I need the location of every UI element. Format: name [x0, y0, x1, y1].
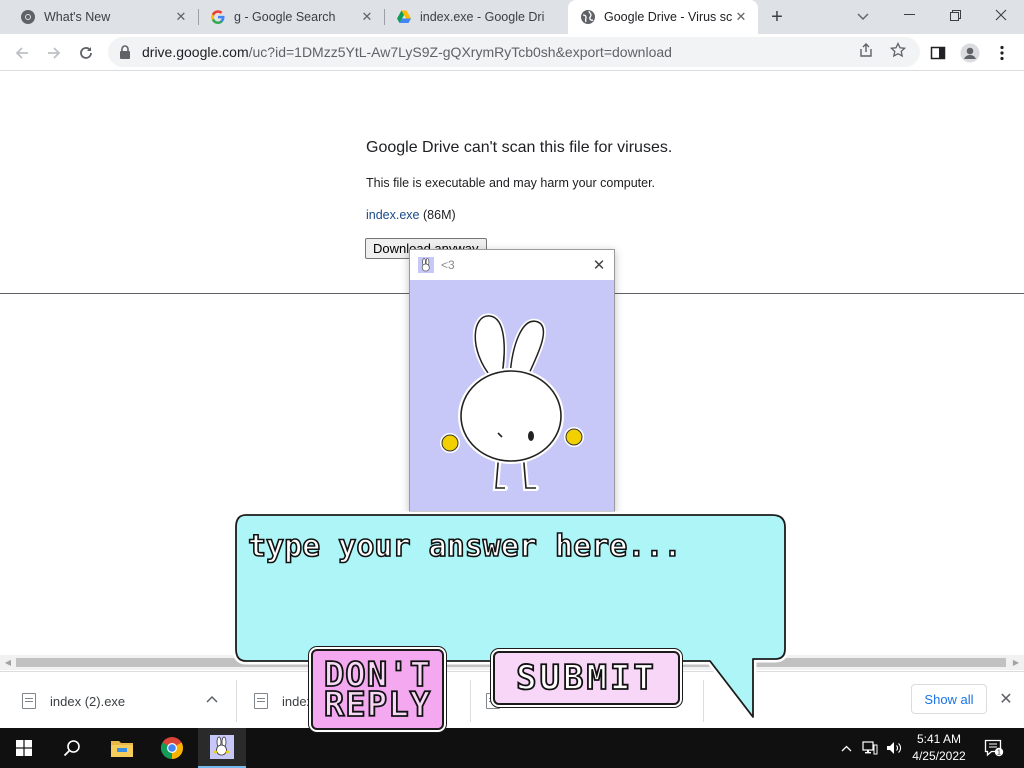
bunny-popup-window[interactable]: <3 ✕: [409, 249, 615, 512]
tab-index-exe[interactable]: index.exe - Google Dri: [384, 0, 568, 34]
popup-canvas: [410, 280, 614, 511]
tab-whats-new[interactable]: What's New ✕: [8, 0, 198, 34]
network-icon[interactable]: [860, 728, 880, 768]
globe-icon: [580, 9, 596, 25]
close-window-button[interactable]: [978, 0, 1024, 30]
close-tab-icon[interactable]: ✕: [172, 8, 190, 26]
system-clock[interactable]: 5:41 AM 4/25/2022: [905, 731, 973, 765]
answer-input[interactable]: [248, 524, 768, 568]
warning-text: This file is executable and may harm you…: [366, 176, 656, 190]
lock-icon[interactable]: [118, 44, 132, 60]
browser-toolbar: drive.google.com/uc?id=1DMzz5YtL-Aw7LyS9…: [0, 34, 1024, 71]
clock-time: 5:41 AM: [916, 732, 962, 746]
side-panel-icon[interactable]: [924, 39, 952, 67]
notification-count: 1: [997, 750, 1001, 757]
new-tab-button[interactable]: +: [764, 5, 790, 29]
menu-kebab-icon[interactable]: [988, 39, 1016, 67]
google-drive-icon: [396, 9, 412, 25]
search-icon[interactable]: [48, 728, 96, 768]
windows-start-icon[interactable]: [0, 728, 48, 768]
popup-titlebar[interactable]: <3 ✕: [410, 250, 614, 280]
windows-taskbar: 5:41 AM 4/25/2022 1: [0, 728, 1024, 768]
clock-date: 4/25/2022: [912, 749, 966, 763]
url-path: /uc?id=1DMzz5YtL-Aw7LyS9Z-gQXrymRyTcb0sh…: [248, 44, 672, 60]
file-name-link[interactable]: index.exe: [366, 208, 420, 222]
forward-button[interactable]: [40, 39, 68, 67]
scroll-left-arrow-icon[interactable]: ◀: [2, 657, 14, 668]
tab-title: Google Drive - Virus sc: [604, 10, 732, 24]
url-host: drive.google.com: [142, 44, 249, 60]
reload-button[interactable]: [72, 39, 100, 67]
dont-reply-line2: REPLY: [323, 684, 432, 725]
file-explorer-icon[interactable]: [98, 728, 146, 768]
back-button[interactable]: [8, 39, 36, 67]
restore-button[interactable]: [932, 0, 978, 30]
tab-title: What's New: [44, 10, 111, 24]
show-all-button[interactable]: Show all: [911, 684, 987, 714]
file-size: (86M): [423, 208, 456, 222]
scroll-right-arrow-icon[interactable]: ▶: [1010, 657, 1022, 668]
page-heading: Google Drive can't scan this file for vi…: [366, 139, 673, 156]
address-bar[interactable]: drive.google.com/uc?id=1DMzz5YtL-Aw7LyS9…: [108, 37, 920, 67]
popup-close-icon[interactable]: ✕: [588, 254, 610, 276]
bookmark-star-icon[interactable]: [887, 39, 909, 61]
close-tab-icon[interactable]: ✕: [732, 8, 750, 26]
chevron-up-icon[interactable]: [206, 692, 218, 706]
chrome-taskbar-icon[interactable]: [148, 728, 196, 768]
bunny-illustration: [440, 313, 584, 491]
chrome-icon: [20, 9, 36, 25]
tab-title: g - Google Search: [234, 10, 336, 24]
profile-avatar-icon[interactable]: [956, 39, 984, 67]
download-file-name: index (2).exe: [50, 693, 126, 709]
tab-virus-scan[interactable]: Google Drive - Virus sc ✕: [568, 0, 758, 34]
tray-chevron-up-icon[interactable]: [838, 728, 854, 768]
minimize-button[interactable]: [886, 0, 932, 30]
google-g-icon: [210, 9, 226, 25]
tab-search-chevron-icon[interactable]: [852, 6, 874, 28]
tab-strip: What's New ✕ g - Google Search ✕ index.e…: [0, 0, 1024, 34]
url-text: drive.google.com/uc?id=1DMzz5YtL-Aw7LyS9…: [142, 44, 672, 60]
tab-title: index.exe - Google Dri: [420, 10, 545, 24]
file-info: index.exe (86M): [366, 208, 456, 222]
dont-reply-button[interactable]: DON'T REPLY: [311, 649, 444, 730]
file-icon: [22, 693, 36, 709]
notifications-icon[interactable]: 1: [980, 728, 1008, 768]
submit-button[interactable]: SUBMIT: [493, 651, 680, 705]
share-icon[interactable]: [855, 39, 877, 61]
volume-icon[interactable]: [884, 728, 904, 768]
bunny-app-icon: [418, 257, 434, 273]
close-tab-icon[interactable]: ✕: [358, 8, 376, 26]
popup-title: <3: [441, 258, 455, 272]
close-shelf-icon[interactable]: ✕: [996, 689, 1016, 709]
bunny-app-icon[interactable]: [198, 728, 246, 768]
download-item[interactable]: index (2).exe: [22, 680, 234, 722]
tab-google-search[interactable]: g - Google Search ✕: [198, 0, 384, 34]
